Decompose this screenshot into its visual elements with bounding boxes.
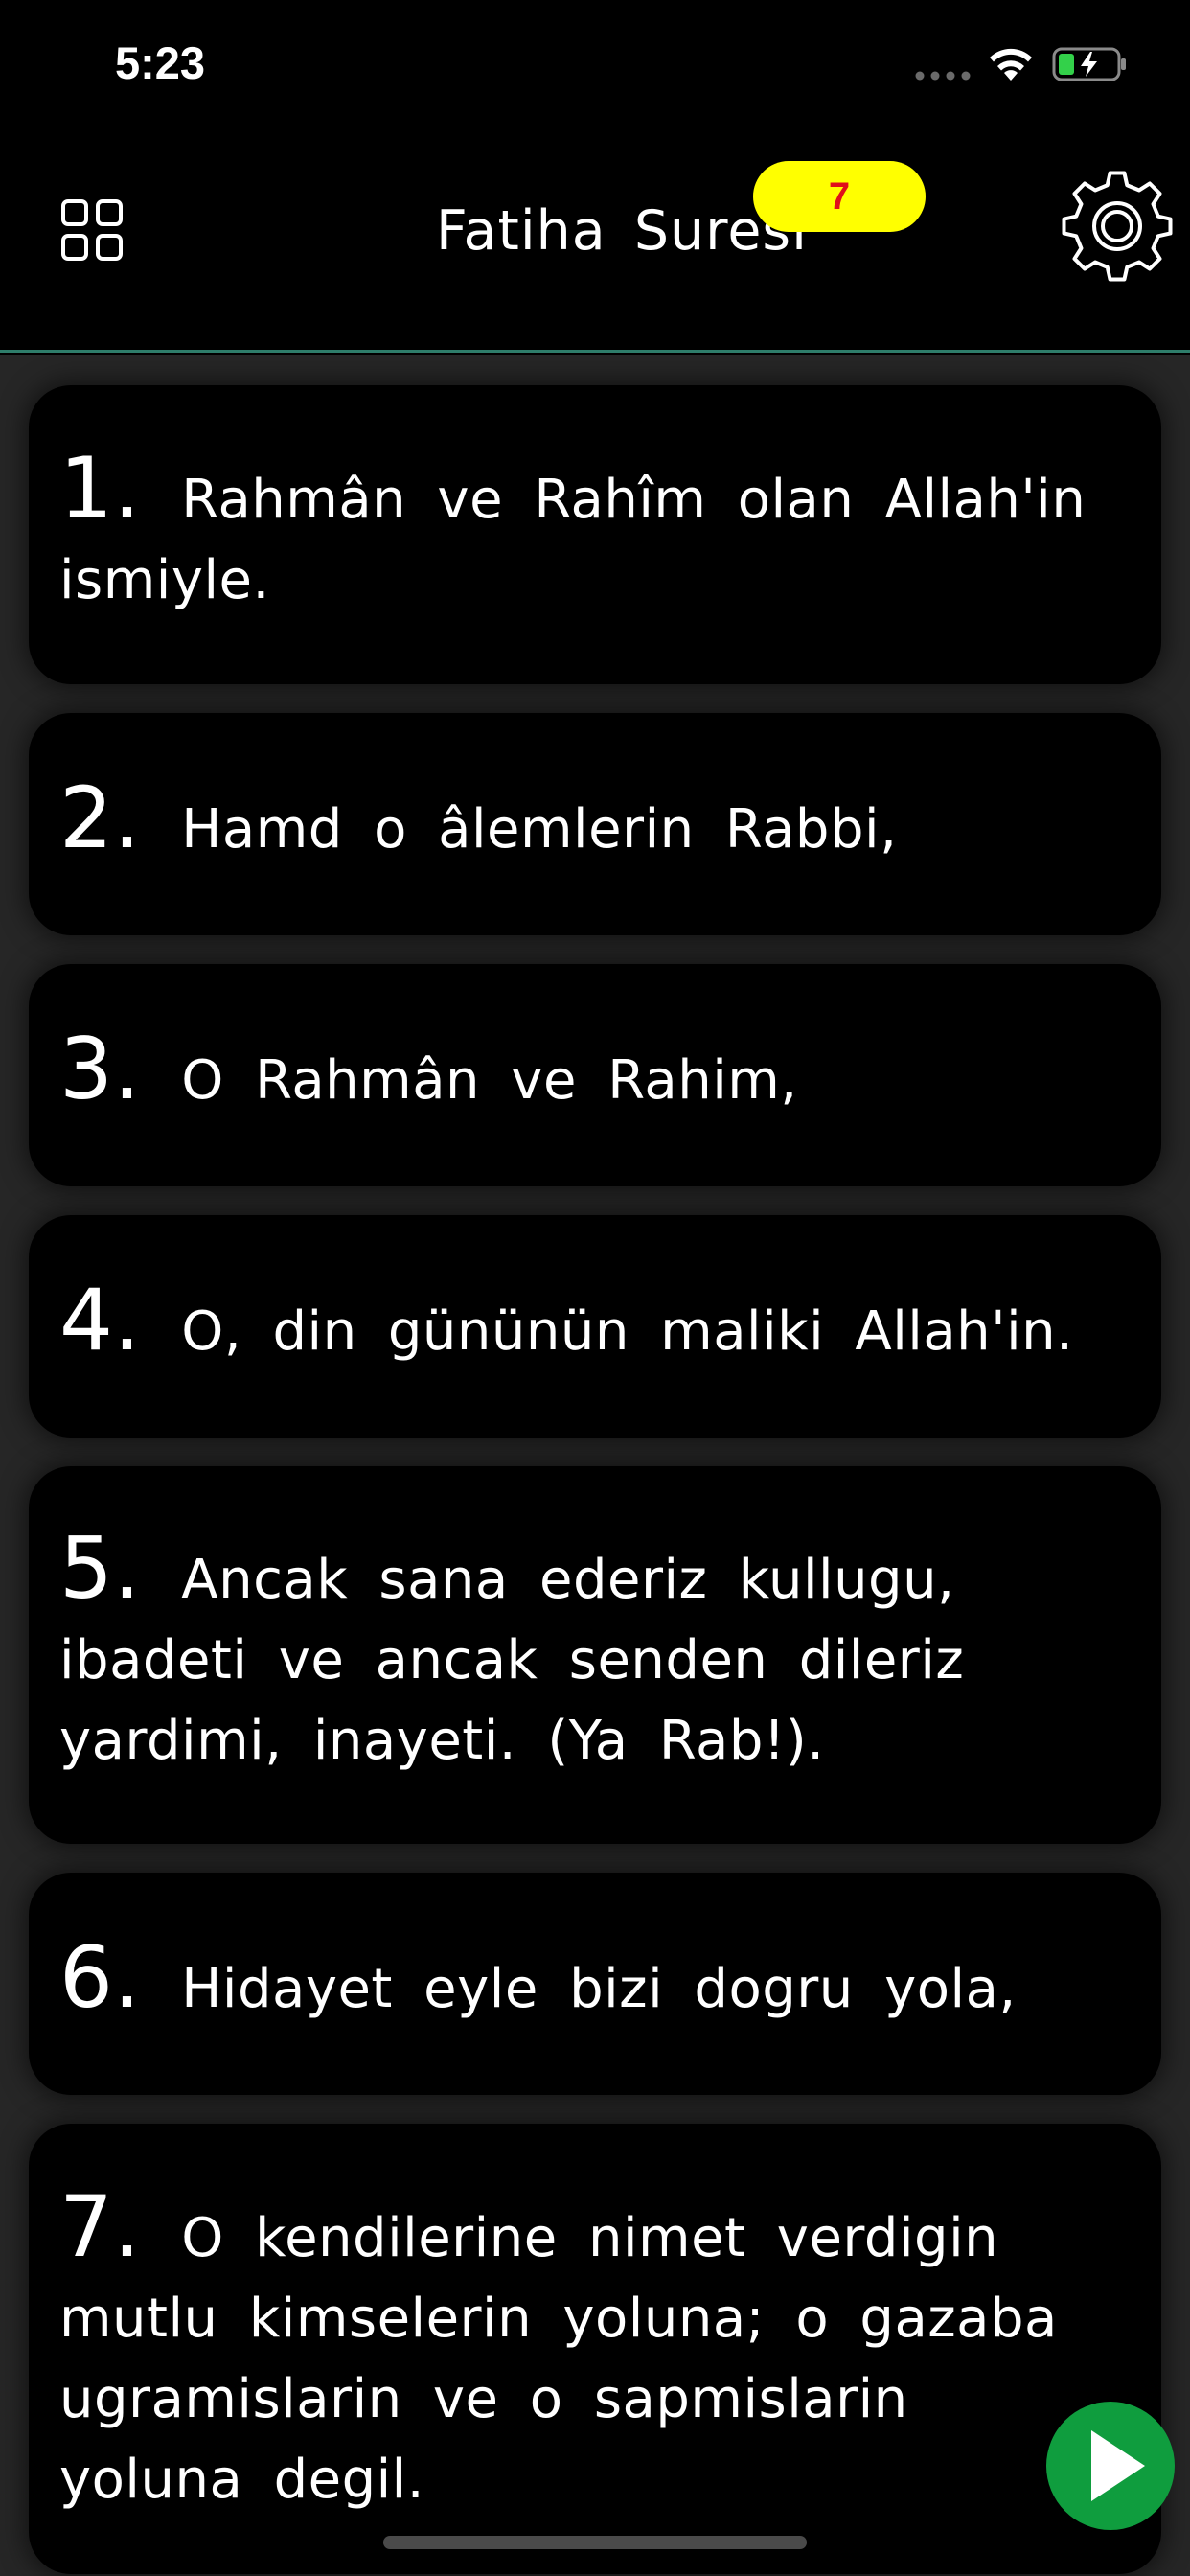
verse-number: 4.	[59, 1271, 141, 1369]
verse-number: 3.	[59, 1020, 141, 1118]
verse-card-1[interactable]: 1. Rahmân ve Rahîm olan Allah'in ismiyle…	[29, 385, 1161, 684]
status-time: 5:23	[115, 37, 206, 88]
verse-number: 6.	[59, 1928, 141, 2027]
verse-body: Hidayet eyle bizi dogru yola,	[181, 1958, 1017, 2020]
verse-card-7[interactable]: 7. O kendilerine nimet verdigin mutlu ki…	[29, 2124, 1161, 2574]
verse-body: Hamd o âlemlerin Rabbi,	[181, 798, 898, 861]
verse-card-3[interactable]: 3. O Rahmân ve Rahim,	[29, 964, 1161, 1186]
verse-number: 5.	[59, 1519, 141, 1618]
verse-card-2[interactable]: 2. Hamd o âlemlerin Rabbi,	[29, 713, 1161, 935]
verse-card-5[interactable]: 5. Ancak sana ederiz kullugu, ibadeti ve…	[29, 1466, 1161, 1844]
verse-body: O kendilerine nimet verdigin mutlu kimse…	[59, 2207, 1058, 2511]
verse-body: Rahmân ve Rahîm olan Allah'in ismiyle.	[59, 469, 1087, 611]
screen: 5:23 Fatiha Suresi 7 1. Rahmân ve Rahîm …	[0, 0, 1190, 2576]
verse-number: 7.	[59, 2177, 141, 2276]
verse-text: 4. O, din gününün maliki Allah'in.	[59, 1278, 1074, 1372]
verse-text: 1. Rahmân ve Rahîm olan Allah'in ismiyle…	[59, 447, 1106, 621]
verse-count-badge: 7	[753, 161, 926, 232]
verse-text: 6. Hidayet eyle bizi dogru yola,	[59, 1936, 1017, 2030]
verse-text: 5. Ancak sana ederiz kullugu, ibadeti ve…	[59, 1527, 1106, 1782]
verse-body: Ancak sana ederiz kullugu, ibadeti ve an…	[59, 1549, 965, 1772]
verse-number: 2.	[59, 769, 141, 867]
gear-icon[interactable]	[1058, 167, 1177, 286]
verse-text: 2. Hamd o âlemlerin Rabbi,	[59, 776, 898, 870]
verse-card-4[interactable]: 4. O, din gününün maliki Allah'in.	[29, 1215, 1161, 1438]
play-icon	[1091, 2430, 1145, 2501]
verse-list: 1. Rahmân ve Rahîm olan Allah'in ismiyle…	[0, 355, 1190, 2576]
home-indicator	[383, 2536, 807, 2549]
grid-icon[interactable]	[54, 192, 130, 268]
battery-charging-icon	[1052, 47, 1126, 81]
verse-card-6[interactable]: 6. Hidayet eyle bizi dogru yola,	[29, 1873, 1161, 2095]
signal-dots-icon	[915, 71, 971, 80]
play-button[interactable]	[1046, 2402, 1175, 2530]
wifi-icon	[990, 48, 1032, 80]
verse-body: O Rahmân ve Rahim,	[181, 1049, 798, 1112]
verse-body: O, din gününün maliki Allah'in.	[181, 1300, 1074, 1363]
verse-text: 3. O Rahmân ve Rahim,	[59, 1027, 798, 1121]
nav-bar: Fatiha Suresi 7	[0, 134, 1190, 353]
page-title: Fatiha Suresi	[436, 199, 808, 263]
status-bar: 5:23	[0, 0, 1190, 134]
verse-number: 1.	[59, 439, 141, 538]
verse-text: 7. O kendilerine nimet verdigin mutlu ki…	[59, 2185, 1106, 2520]
